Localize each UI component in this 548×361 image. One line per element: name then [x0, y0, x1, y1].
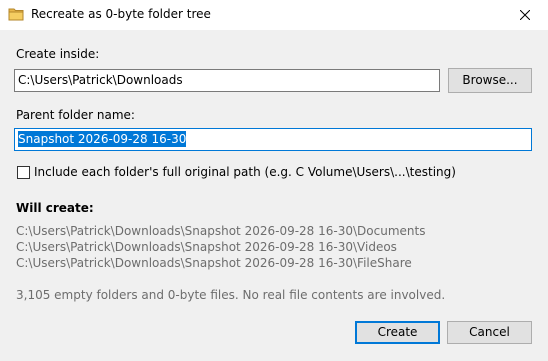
include-path-checkbox[interactable] — [17, 166, 30, 179]
will-create-heading: Will create: — [16, 201, 94, 215]
cancel-button[interactable]: Cancel — [447, 321, 532, 344]
will-create-path: C:\Users\Patrick\Downloads\Snapshot 2026… — [16, 240, 397, 254]
will-create-path: C:\Users\Patrick\Downloads\Snapshot 2026… — [16, 224, 426, 238]
create-inside-label: Create inside: — [16, 47, 100, 61]
create-button[interactable]: Create — [355, 321, 440, 344]
title-bar[interactable]: Recreate as 0-byte folder tree — [0, 0, 548, 30]
parent-folder-value: Snapshot 2026-09-28 16-30 — [18, 131, 187, 147]
include-path-label[interactable]: Include each folder's full original path… — [34, 165, 456, 180]
close-icon — [520, 10, 530, 20]
create-inside-field[interactable]: C:\Users\Patrick\Downloads — [14, 69, 440, 92]
will-create-path: C:\Users\Patrick\Downloads\Snapshot 2026… — [16, 256, 412, 270]
parent-folder-field[interactable]: Snapshot 2026-09-28 16-30 — [14, 128, 532, 151]
parent-folder-label: Parent folder name: — [16, 108, 135, 122]
folder-icon — [8, 7, 24, 21]
close-button[interactable] — [502, 0, 548, 30]
dialog-window: Recreate as 0-byte folder tree Create in… — [0, 0, 548, 361]
window-title: Recreate as 0-byte folder tree — [31, 7, 211, 21]
summary-text: 3,105 empty folders and 0-byte files. No… — [16, 288, 446, 302]
browse-button[interactable]: Browse... — [448, 68, 532, 93]
